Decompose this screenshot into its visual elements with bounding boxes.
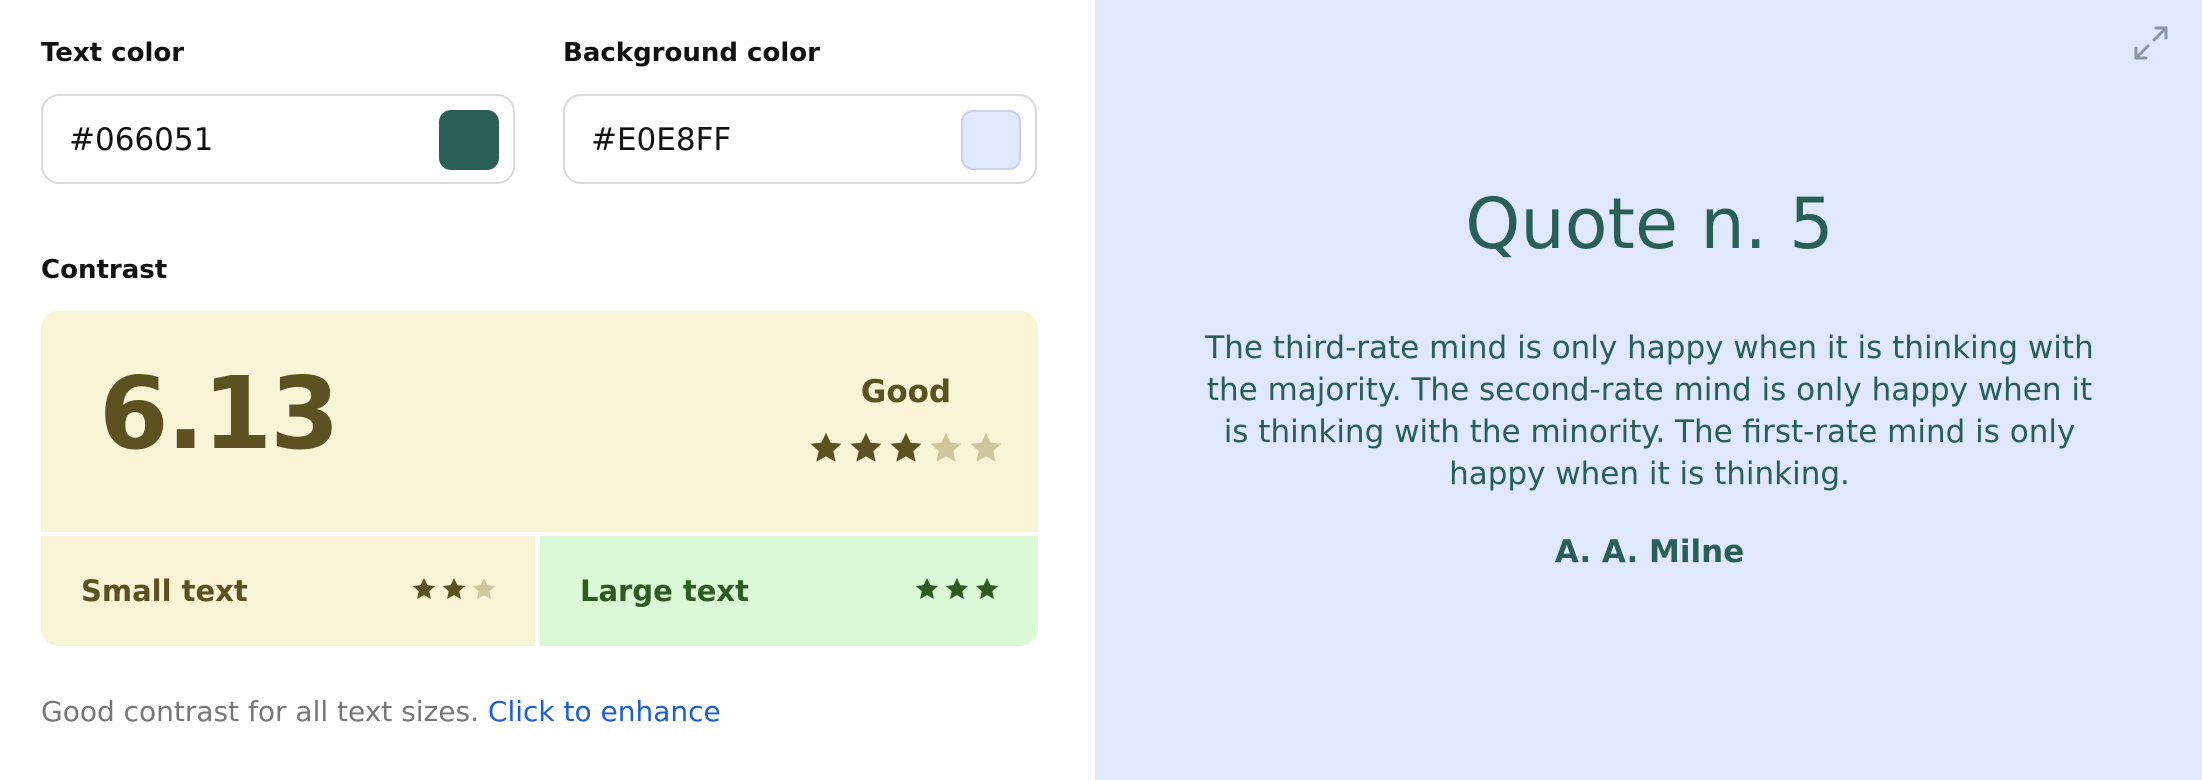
help-text: Good contrast for all text sizes. [41,695,479,728]
star-filled-icon [441,576,467,602]
background-color-field[interactable]: #E0E8FF [563,94,1037,184]
star-empty-icon [471,576,497,602]
star-filled-icon [808,430,844,466]
color-editor-panel: Text color #066051 Background color #E0E… [0,0,1095,780]
small-text-rating: Small text [41,536,535,646]
large-text-rating: Large text [540,536,1038,646]
preview-panel: Quote n. 5 The third-rate mind is only h… [1097,0,2202,780]
quote-text: The third-rate mind is only happy when i… [1205,330,2094,492]
large-text-label: Large text [580,574,749,608]
star-empty-icon [928,430,964,466]
contrast-help: Good contrast for all text sizes. Click … [41,695,721,728]
star-filled-icon [848,430,884,466]
expand-icon[interactable] [2130,22,2172,64]
star-empty-icon [968,430,1004,466]
quote-author: A. A. Milne [1554,534,1745,570]
background-color-value[interactable]: #E0E8FF [591,96,731,184]
star-filled-icon [914,576,940,602]
star-filled-icon [944,576,970,602]
text-color-swatch[interactable] [439,110,499,170]
background-color-label: Background color [563,38,820,68]
text-color-value[interactable]: #066051 [69,96,213,184]
small-text-stars [411,576,497,602]
background-color-swatch[interactable] [961,110,1021,170]
quote-title: Quote n. 5 [1465,183,1834,265]
star-filled-icon [888,430,924,466]
contrast-stars [781,430,1031,466]
enhance-link[interactable]: Click to enhance [488,695,721,728]
contrast-rating: Good [860,374,952,410]
contrast-label: Contrast [41,255,168,285]
contrast-ratio: 6.13 [99,355,340,472]
contrast-card: 6.13 Good Small text Large text [41,311,1038,646]
text-color-field[interactable]: #066051 [41,94,515,184]
star-filled-icon [411,576,437,602]
large-text-stars [914,576,1000,602]
star-filled-icon [974,576,1000,602]
contrast-summary: 6.13 Good [41,311,1038,532]
text-color-label: Text color [41,38,185,68]
small-text-label: Small text [81,574,248,608]
